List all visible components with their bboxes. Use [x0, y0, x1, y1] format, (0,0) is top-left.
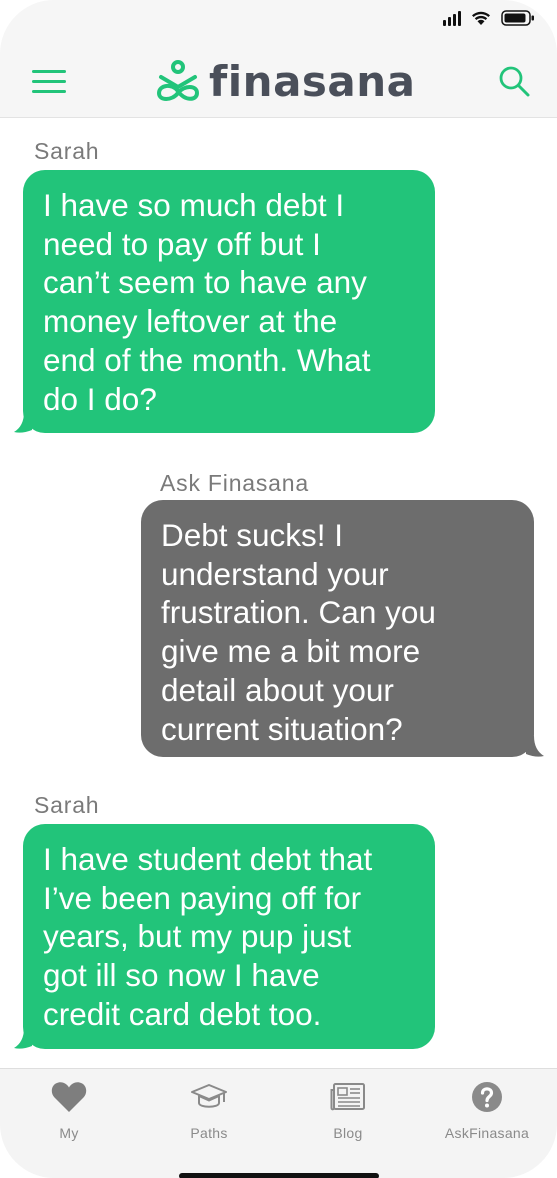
heart-icon [14, 1081, 124, 1113]
app-header: finasana [0, 44, 557, 118]
message-line: frustration. Can you [161, 594, 436, 631]
message-sender: Sarah [34, 792, 100, 818]
tab-my[interactable]: My [14, 1081, 124, 1141]
search-icon[interactable] [497, 64, 533, 100]
message-line: current situation? [161, 710, 403, 747]
tab-blog[interactable]: Blog [293, 1081, 403, 1141]
newspaper-icon [293, 1081, 403, 1113]
menu-icon[interactable] [32, 68, 68, 96]
message-line: do I do? [43, 380, 157, 417]
wifi-icon [471, 10, 491, 26]
status-icons [443, 10, 535, 26]
tab-bar: My Paths Blog AskFinasana [0, 1068, 557, 1178]
message-line: credit card debt too. [43, 995, 322, 1032]
message-line: years, but my pup just [43, 918, 352, 955]
finasana-logo-icon [155, 59, 201, 105]
message-line: Debt sucks! I [161, 517, 344, 553]
home-indicator[interactable] [179, 1173, 379, 1178]
signal-icon [443, 10, 461, 26]
message-sender: Ask Finasana [160, 470, 309, 496]
message-line: got ill so now I have [43, 957, 320, 994]
message-bubble: I have student debt that I’ve been payin… [23, 824, 435, 1049]
message-line: give me a bit more [161, 633, 421, 670]
graduation-cap-icon [154, 1081, 264, 1113]
question-icon [432, 1081, 542, 1113]
tab-label: AskFinasana [444, 1125, 530, 1141]
message-line: money leftover at the [43, 303, 338, 340]
message-line: end of the month. What [43, 341, 371, 378]
message-line: detail about your [161, 671, 394, 708]
status-bar [0, 0, 557, 44]
message-line: I have so much debt I [43, 187, 345, 223]
brand: finasana [155, 58, 416, 106]
message-sender: Sarah [34, 138, 100, 164]
battery-icon [501, 10, 535, 26]
tab-label: Blog [333, 1125, 363, 1141]
tab-label: Paths [190, 1125, 228, 1141]
message-bubble: Debt sucks! I understand your frustratio… [141, 500, 534, 757]
message-line: I have student debt that [43, 841, 373, 877]
message-line: need to pay off but I [43, 225, 321, 262]
message-line: I’ve been paying off for [43, 879, 362, 916]
message-line: understand your [161, 555, 389, 592]
message-line: can’t seem to have any [43, 264, 367, 301]
phone-screen: finasana Sarah I have so much debt I nee… [0, 0, 557, 1178]
tab-askfinasana[interactable]: AskFinasana [432, 1081, 542, 1141]
tab-label: My [59, 1125, 79, 1141]
brand-name: finasana [209, 57, 416, 106]
message-bubble: I have so much debt I need to pay off bu… [23, 170, 435, 433]
tab-paths[interactable]: Paths [154, 1081, 264, 1141]
chat-thread[interactable]: Sarah I have so much debt I need to pay … [0, 118, 557, 1068]
